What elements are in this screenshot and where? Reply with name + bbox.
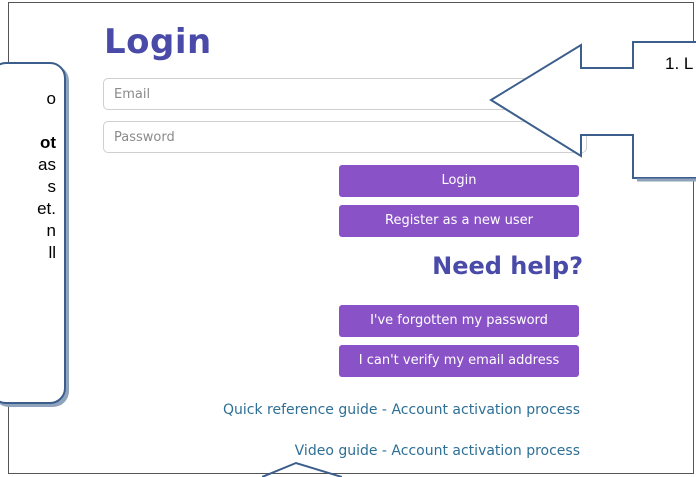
left-callout-bold-line: ot <box>39 133 56 152</box>
forgot-password-button[interactable]: I've forgotten my password <box>339 305 579 337</box>
left-callout-line: n <box>46 221 56 240</box>
left-callout-line: s <box>47 177 57 196</box>
verify-email-button[interactable]: I can't verify my email address <box>339 345 579 377</box>
left-callout-line: o <box>46 89 56 108</box>
left-callout-line: et. <box>37 199 56 218</box>
left-callout-line: as <box>38 155 56 174</box>
quick-reference-guide-link[interactable]: Quick reference guide - Account activati… <box>223 402 580 418</box>
register-button[interactable]: Register as a new user <box>339 205 579 237</box>
left-callout-text: o ot as s et. n ll <box>6 88 56 264</box>
right-arrow-callout <box>489 41 696 182</box>
bottom-callout-pointer <box>262 461 342 477</box>
left-annotation-callout: o ot as s et. n ll <box>0 62 66 404</box>
need-help-title: Need help? <box>432 252 583 280</box>
right-callout-text: 1. L <box>665 54 694 73</box>
login-title: Login <box>104 22 212 62</box>
left-callout-line: ll <box>48 243 56 262</box>
